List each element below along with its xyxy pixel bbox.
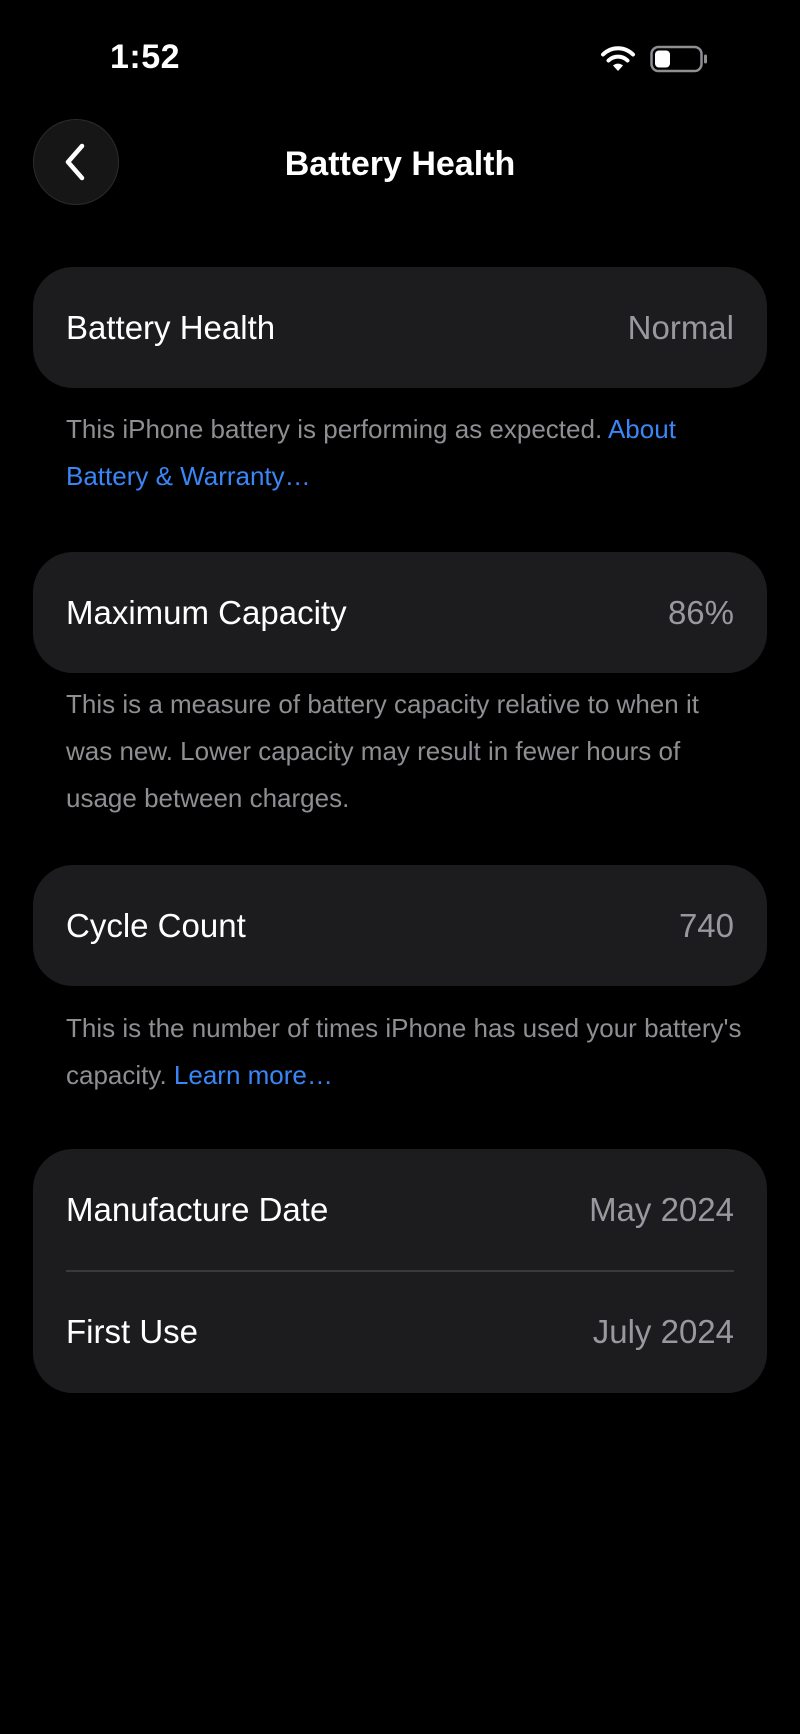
dates-card: Manufacture Date May 2024 First Use July… — [33, 1149, 767, 1393]
first-use-value: July 2024 — [592, 1313, 734, 1350]
battery-health-footnote: This iPhone battery is performing as exp… — [66, 406, 746, 500]
cycle-count-card: Cycle Count 740 — [33, 865, 767, 986]
status-bar: 1:52 — [0, 0, 800, 110]
cycle-count-value: 740 — [678, 906, 734, 944]
manufacture-date-label: Manufacture Date — [66, 1190, 329, 1228]
maximum-capacity-card: Maximum Capacity 86% — [33, 552, 767, 673]
maximum-capacity-footnote: This is a measure of battery capacity re… — [66, 681, 746, 822]
maximum-capacity-value: 86% — [667, 593, 734, 631]
maximum-capacity-row: Maximum Capacity 86% — [33, 552, 767, 673]
learn-more-link[interactable]: Learn more… — [174, 1060, 333, 1090]
battery-health-row: Battery Health Normal — [33, 267, 767, 388]
status-time: 1:52 — [110, 38, 181, 76]
battery-fill — [655, 50, 670, 68]
cycle-count-footnote-text: This is the number of times iPhone has u… — [66, 1013, 742, 1090]
navigation-bar: Battery Health — [0, 115, 800, 215]
battery-health-label: Battery Health — [66, 308, 276, 346]
page-title: Battery Health — [284, 145, 516, 183]
battery-icon — [650, 45, 707, 73]
battery-health-value: Normal — [627, 308, 734, 346]
cycle-count-row: Cycle Count 740 — [33, 865, 767, 986]
maximum-capacity-footnote-text: This is a measure of battery capacity re… — [66, 689, 699, 813]
manufacture-date-row: Manufacture Date May 2024 — [33, 1149, 767, 1270]
cycle-count-label: Cycle Count — [66, 906, 246, 944]
maximum-capacity-label: Maximum Capacity — [66, 593, 347, 631]
cycle-count-footnote: This is the number of times iPhone has u… — [66, 1005, 746, 1099]
first-use-label: First Use — [66, 1313, 198, 1350]
manufacture-date-value: May 2024 — [589, 1190, 734, 1228]
wifi-icon — [601, 46, 635, 71]
battery-health-card: Battery Health Normal — [33, 267, 767, 388]
first-use-row: First Use July 2024 — [33, 1272, 767, 1393]
battery-health-footnote-text: This iPhone battery is performing as exp… — [66, 414, 603, 444]
